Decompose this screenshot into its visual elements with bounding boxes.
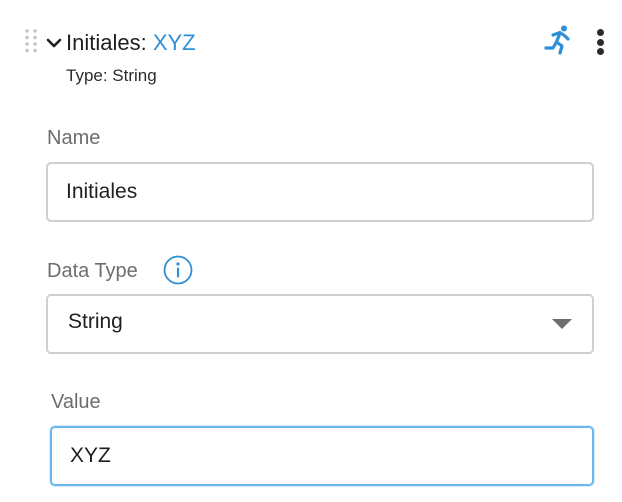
variable-title-value: XYZ: [152, 30, 196, 55]
value-input[interactable]: [50, 426, 594, 486]
name-label: Name: [47, 127, 101, 149]
name-input[interactable]: [46, 162, 594, 222]
drag-handle-icon[interactable]: [24, 28, 38, 54]
running-figure-icon[interactable]: [540, 24, 576, 56]
data-type-label: Data Type: [47, 260, 138, 282]
kebab-menu-icon[interactable]: [592, 28, 610, 56]
value-label: Value: [51, 391, 101, 413]
data-type-selected-value: String: [68, 310, 123, 333]
variable-type-subtitle: Type: String: [66, 66, 157, 85]
variable-panel: Initiales: XYZ Type: String Name Data Ty…: [0, 0, 622, 502]
info-icon[interactable]: [163, 255, 193, 285]
caret-down-icon: [552, 319, 572, 329]
kebab-dot: [597, 38, 604, 46]
kebab-dot: [597, 29, 604, 36]
chevron-down-icon[interactable]: [45, 34, 63, 52]
data-type-select[interactable]: String: [46, 294, 594, 354]
variable-title: Initiales: XYZ: [66, 28, 196, 58]
kebab-dot: [597, 48, 604, 55]
variable-title-name: Initiales:: [66, 30, 153, 55]
